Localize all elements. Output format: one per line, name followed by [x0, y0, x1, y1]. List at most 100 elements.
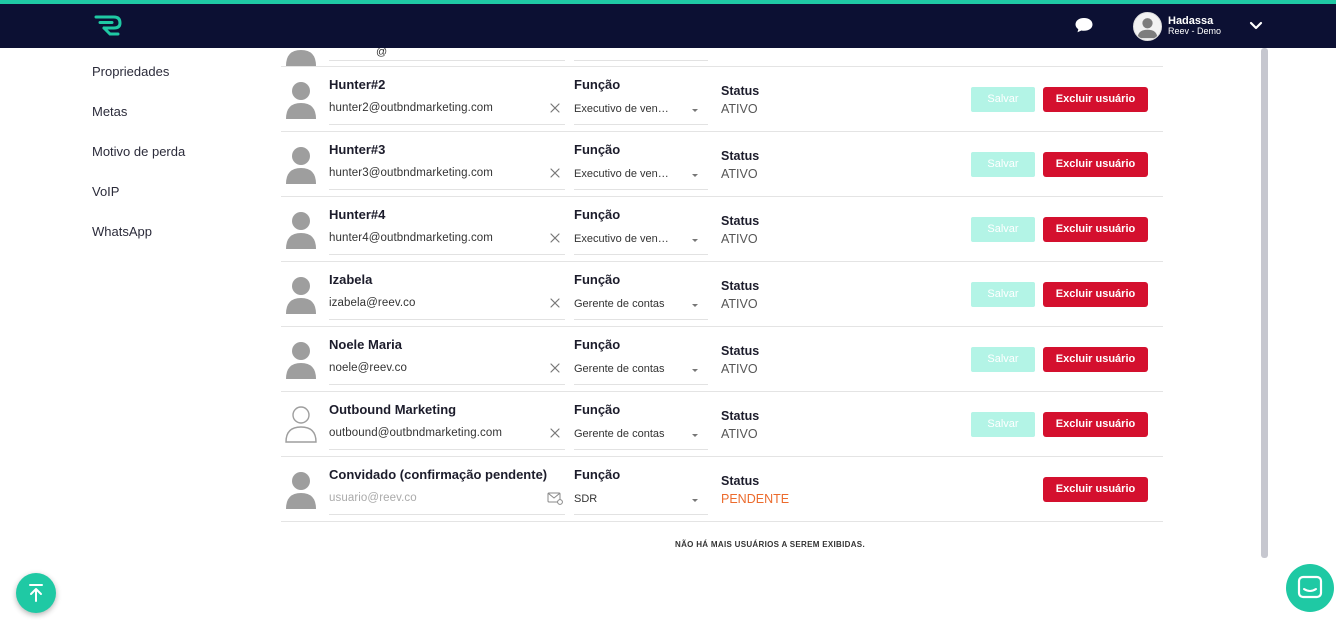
status-value: ATIVO — [721, 297, 758, 311]
email-value: hunter4@outbndmarketing.com — [329, 232, 493, 244]
email-value: noele@reev.co — [329, 362, 407, 374]
caret-down-icon — [692, 174, 698, 177]
end-of-list-message: NÃO HÁ MAIS USUÁRIOS A SEREM EXIBIDAS. — [675, 540, 865, 549]
table-row: Outbound Marketing outbound@outbndmarketi… — [281, 392, 1163, 457]
partial-email: @ — [376, 48, 388, 58]
table-row: Izabela izabela@reev.co Função Gerente de c… — [281, 262, 1163, 327]
user-avatar-icon — [286, 342, 316, 379]
function-value: Executivo de vendas — [574, 168, 674, 180]
save-button[interactable]: Salvar — [971, 152, 1035, 177]
email-field[interactable]: noele@reev.co — [329, 357, 565, 385]
user-avatar-icon — [285, 406, 317, 443]
email-value: izabela@reev.co — [329, 297, 416, 309]
sidebar-item-propriedades[interactable]: Propriedades — [92, 60, 185, 100]
email-field[interactable]: hunter2@outbndmarketing.com — [329, 97, 565, 125]
status-value: ATIVO — [721, 362, 758, 376]
caret-down-icon — [692, 499, 698, 502]
function-value: Gerente de contas — [574, 428, 665, 440]
table-row: Hunter#2 hunter2@outbndmarketing.com Funçã… — [281, 67, 1163, 132]
table-row: Noele Maria noele@reev.co Função Gerente de… — [281, 327, 1163, 392]
function-label: Função — [574, 77, 621, 92]
function-select[interactable]: Executivo de vendas — [574, 97, 708, 125]
user-name: Izabela — [329, 272, 373, 287]
delete-user-button[interactable]: Excluir usuário — [1043, 217, 1148, 242]
email-value: hunter2@outbndmarketing.com — [329, 102, 493, 114]
scrollbar[interactable] — [1261, 48, 1268, 558]
function-label: Função — [574, 207, 621, 222]
sidebar-item-metas[interactable]: Metas — [92, 100, 185, 140]
close-icon[interactable] — [549, 232, 561, 244]
delete-user-button[interactable]: Excluir usuário — [1043, 412, 1148, 437]
user-name: Outbound Marketing — [329, 402, 457, 417]
user-avatar-icon — [286, 82, 316, 119]
sidebar-item-whatsapp[interactable]: WhatsApp — [92, 220, 185, 260]
function-label: Função — [574, 467, 621, 482]
email-field[interactable]: hunter4@outbndmarketing.com — [329, 227, 565, 255]
save-button[interactable]: Salvar — [971, 282, 1035, 307]
email-placeholder: usuario@reev.co — [329, 492, 417, 504]
email-field[interactable]: izabela@reev.co — [329, 292, 565, 320]
chat-bubble-icon[interactable] — [1074, 15, 1094, 35]
save-button[interactable]: Salvar — [971, 87, 1035, 112]
user-menu[interactable]: Hadassa Reev - Demo — [1133, 10, 1221, 42]
delete-user-button[interactable]: Excluir usuário — [1043, 347, 1148, 372]
save-button[interactable]: Salvar — [971, 347, 1035, 372]
email-field[interactable]: usuario@reev.co — [329, 487, 565, 515]
status-value: ATIVO — [721, 102, 758, 116]
table-row-invited: Convidado (confirmação pendente) usuario… — [281, 457, 1163, 522]
function-select[interactable]: Executivo de vendas — [574, 227, 708, 255]
user-name: Hunter#2 — [329, 77, 386, 92]
close-icon[interactable] — [549, 362, 561, 374]
status-label: Status — [721, 214, 760, 228]
reev-logo-icon[interactable] — [94, 13, 124, 37]
close-icon[interactable] — [549, 427, 561, 439]
status-label: Status — [721, 149, 760, 163]
table-row-partial: @ — [281, 48, 1163, 67]
close-icon[interactable] — [549, 102, 561, 114]
status-label: Status — [721, 84, 760, 98]
arrow-up-icon — [29, 584, 43, 602]
sidebar-item-motivo-de-perda[interactable]: Motivo de perda — [92, 140, 185, 180]
delete-user-button[interactable]: Excluir usuário — [1043, 152, 1148, 177]
scroll-to-top-button[interactable] — [16, 573, 56, 613]
function-value: SDR — [574, 493, 598, 505]
delete-user-button[interactable]: Excluir usuário — [1043, 87, 1148, 112]
email-field[interactable]: hunter3@outbndmarketing.com — [329, 162, 565, 190]
status-label: Status — [721, 409, 760, 423]
user-name: Hunter#3 — [329, 142, 386, 157]
function-label: Função — [574, 272, 621, 287]
save-button[interactable]: Salvar — [971, 217, 1035, 242]
save-button[interactable]: Salvar — [971, 412, 1035, 437]
close-icon[interactable] — [549, 297, 561, 309]
close-icon[interactable] — [549, 167, 561, 179]
caret-down-icon — [692, 109, 698, 112]
status-value: ATIVO — [721, 167, 758, 181]
status-label: Status — [721, 474, 760, 488]
user-avatar-icon — [286, 472, 316, 509]
email-underline — [329, 60, 565, 61]
user-name: Convidado (confirmação pendente) — [329, 467, 548, 482]
function-value: Gerente de contas — [574, 298, 665, 310]
function-select[interactable]: Gerente de contas — [574, 292, 708, 320]
table-row: Hunter#3 hunter3@outbndmarketing.com Funçã… — [281, 132, 1163, 197]
function-select[interactable]: Gerente de contas — [574, 422, 708, 450]
function-value: Executivo de vendas — [574, 103, 674, 115]
function-select[interactable]: Executivo de vendas — [574, 162, 708, 190]
delete-user-button[interactable]: Excluir usuário — [1043, 477, 1148, 502]
function-select[interactable]: SDR — [574, 487, 708, 515]
email-field[interactable]: outbound@outbndmarketing.com — [329, 422, 565, 450]
resend-mail-icon[interactable] — [547, 491, 563, 505]
sidebar-item-voip[interactable]: VoIP — [92, 180, 185, 220]
chevron-down-icon[interactable] — [1248, 18, 1264, 34]
table-row: Hunter#4 hunter4@outbndmarketing.com Funçã… — [281, 197, 1163, 262]
caret-down-icon — [692, 304, 698, 307]
status-value: ATIVO — [721, 427, 758, 441]
email-value: outbound@outbndmarketing.com — [329, 427, 503, 439]
function-value: Gerente de contas — [574, 363, 665, 375]
top-navbar: Hadassa Reev - Demo — [0, 0, 1336, 48]
users-list: @ Hunter#2 hunter2@outbndmarketing.com Fun… — [281, 48, 1163, 522]
delete-user-button[interactable]: Excluir usuário — [1043, 282, 1148, 307]
function-select[interactable]: Gerente de contas — [574, 357, 708, 385]
support-chat-button[interactable] — [1286, 564, 1334, 612]
user-name: Hunter#4 — [329, 207, 386, 222]
